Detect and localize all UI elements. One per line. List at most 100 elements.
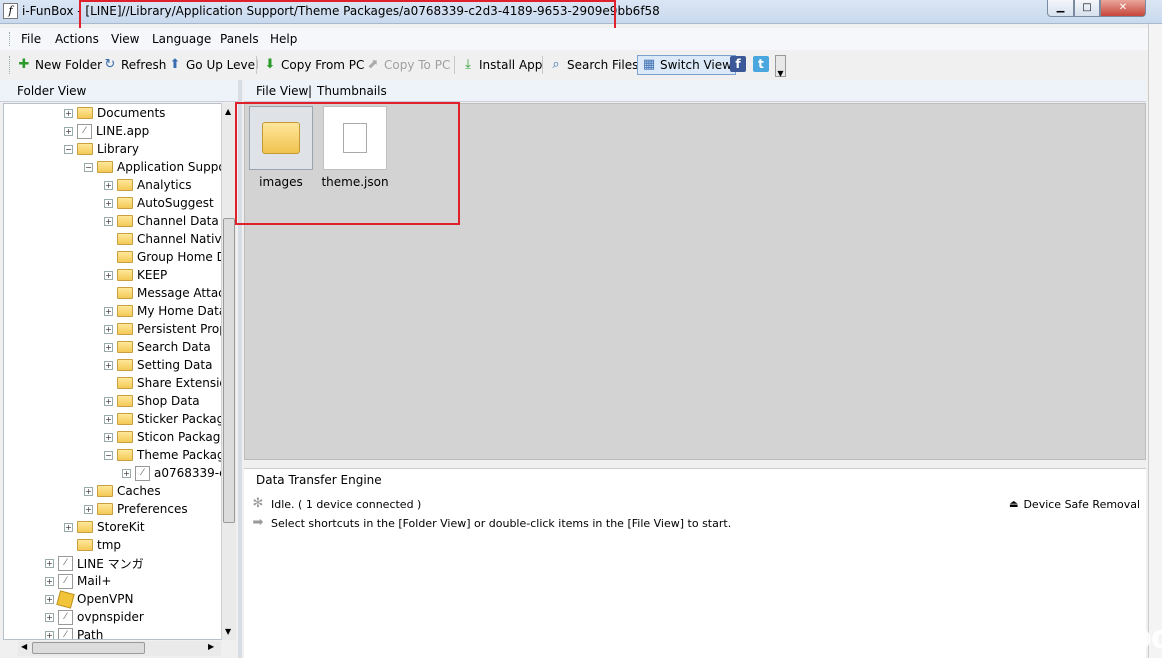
facebook-icon[interactable]: f bbox=[730, 56, 746, 72]
scroll-right-icon[interactable]: ▶ bbox=[208, 642, 214, 651]
close-button[interactable]: ✕ bbox=[1100, 0, 1146, 17]
tree-item[interactable]: + Sticker Package bbox=[104, 410, 232, 428]
tab-thumbnails[interactable]: Thumbnails bbox=[317, 84, 387, 98]
maximize-button[interactable]: □ bbox=[1074, 0, 1100, 17]
expand-toggle-icon[interactable]: + bbox=[104, 360, 113, 370]
tree-item[interactable]: − Library bbox=[64, 140, 139, 158]
expand-toggle-icon[interactable]: + bbox=[104, 306, 113, 316]
expand-toggle-icon[interactable]: + bbox=[104, 324, 113, 334]
tree-item[interactable]: − Application Suppor bbox=[84, 158, 231, 176]
menu-language[interactable]: Language bbox=[152, 32, 211, 46]
switch-view-label: Switch View bbox=[660, 58, 732, 72]
tree-item[interactable]: + Persistent Prope bbox=[104, 320, 234, 338]
menu-file[interactable]: File bbox=[21, 32, 41, 46]
expand-toggle-icon[interactable]: + bbox=[84, 486, 93, 496]
menu-actions[interactable]: Actions bbox=[55, 32, 99, 46]
expand-toggle-icon[interactable]: + bbox=[104, 216, 113, 226]
tree-item[interactable]: tmp bbox=[64, 536, 121, 554]
collapse-toggle-icon[interactable]: − bbox=[104, 450, 113, 460]
tree-item[interactable]: + ⁄ Path bbox=[45, 626, 104, 640]
tree-item[interactable]: + ⁄ ovpnspider bbox=[45, 608, 144, 626]
tree-horizontal-scrollbar[interactable]: ◀ ▶ bbox=[18, 641, 221, 656]
toolbar-overflow-button[interactable]: ▼ bbox=[775, 55, 786, 78]
expand-toggle-icon[interactable]: + bbox=[64, 108, 73, 118]
menu-bar: File Actions View Language Panels Help bbox=[0, 28, 1148, 50]
tree-item[interactable]: + Setting Data bbox=[104, 356, 212, 374]
tree-item[interactable]: Group Home D bbox=[104, 248, 226, 266]
scroll-left-icon[interactable]: ◀ bbox=[21, 642, 27, 651]
tree-item[interactable]: + ⁄ a0768339-c2 bbox=[122, 464, 233, 482]
tree-item[interactable]: + Analytics bbox=[104, 176, 192, 194]
tree-item[interactable]: + Sticon Package bbox=[104, 428, 228, 446]
expand-toggle-icon[interactable]: + bbox=[104, 180, 113, 190]
tree-item[interactable]: + ⁄ LINE マンガ bbox=[45, 554, 144, 572]
tree-vertical-scrollbar[interactable]: ▲ ▼ bbox=[221, 103, 236, 640]
file-view-header: File View | Thumbnails bbox=[244, 80, 1146, 102]
tree-item[interactable]: + Search Data bbox=[104, 338, 211, 356]
expand-toggle-icon[interactable]: + bbox=[104, 396, 113, 406]
tree-item[interactable]: + Preferences bbox=[84, 500, 188, 518]
tree-item[interactable]: + Shop Data bbox=[104, 392, 200, 410]
collapse-toggle-icon[interactable]: − bbox=[64, 144, 73, 154]
menu-help[interactable]: Help bbox=[270, 32, 297, 46]
tree-item[interactable]: + ⁄ LINE.app bbox=[64, 122, 149, 140]
tree-item[interactable]: Message Attach bbox=[104, 284, 232, 302]
tree-item[interactable]: + AutoSuggest bbox=[104, 194, 214, 212]
tree-item[interactable]: Channel Native bbox=[104, 230, 229, 248]
scroll-up-icon[interactable]: ▲ bbox=[225, 107, 231, 116]
expand-toggle-icon[interactable]: + bbox=[45, 594, 54, 604]
app-icon: ⁄ bbox=[58, 573, 73, 589]
go-up-level-button[interactable]: ⬆ Go Up Level bbox=[167, 55, 259, 75]
menubar-grip bbox=[9, 32, 12, 46]
expand-toggle-icon[interactable]: + bbox=[45, 630, 54, 639]
tree-item[interactable]: + OpenVPN bbox=[45, 589, 133, 609]
folder-icon bbox=[117, 233, 133, 245]
tree-item-label: My Home Data bbox=[137, 304, 227, 318]
minimize-button[interactable]: ▁ bbox=[1047, 0, 1074, 17]
tree-item[interactable]: Share Extension bbox=[104, 374, 234, 392]
collapse-toggle-icon[interactable]: − bbox=[84, 162, 93, 172]
copy-from-pc-button[interactable]: ⬇ Copy From PC bbox=[262, 55, 365, 75]
new-folder-button[interactable]: ✚ New Folder bbox=[16, 55, 103, 75]
expand-toggle-icon[interactable]: + bbox=[104, 270, 113, 280]
twitter-icon[interactable]: t bbox=[753, 56, 769, 72]
tree-hscroll-thumb[interactable] bbox=[32, 642, 145, 654]
copy-to-pc-button[interactable]: ⬈ Copy To PC bbox=[365, 55, 451, 75]
search-files-button[interactable]: ⌕ Search Files bbox=[548, 55, 638, 75]
expand-toggle-icon[interactable]: + bbox=[45, 558, 54, 568]
expand-toggle-icon[interactable]: + bbox=[64, 522, 73, 532]
expand-toggle-icon[interactable]: + bbox=[104, 342, 113, 352]
arrow-down-icon: ⬇ bbox=[264, 57, 276, 72]
folder-icon bbox=[117, 215, 133, 227]
tree-item[interactable]: + Caches bbox=[84, 482, 161, 500]
install-app-button[interactable]: ⤓ Install App bbox=[460, 55, 542, 75]
tree-item[interactable]: + Channel Data bbox=[104, 212, 219, 230]
tree-scroll-thumb[interactable] bbox=[223, 218, 235, 523]
menu-view[interactable]: View bbox=[111, 32, 139, 46]
expand-toggle-icon[interactable]: + bbox=[64, 126, 73, 136]
tree-item[interactable]: + Documents bbox=[64, 104, 165, 122]
refresh-button[interactable]: ↻ Refresh bbox=[102, 55, 167, 75]
tree-item-label: Setting Data bbox=[137, 358, 213, 372]
switch-view-button[interactable]: ▦ Switch View bbox=[637, 55, 736, 75]
tree-item-label: Analytics bbox=[137, 178, 192, 192]
folder-tree[interactable]: + Documents + ⁄ LINE.app − Library − Application… bbox=[3, 103, 236, 640]
device-safe-removal-button[interactable]: ⏏ Device Safe Removal bbox=[1009, 498, 1140, 511]
expand-toggle-icon[interactable]: + bbox=[84, 504, 93, 514]
menu-panels[interactable]: Panels bbox=[220, 32, 259, 46]
scroll-down-icon[interactable]: ▼ bbox=[225, 627, 231, 636]
tree-item[interactable]: + KEEP bbox=[104, 266, 167, 284]
expand-toggle-icon[interactable]: + bbox=[104, 432, 113, 442]
tab-file-view[interactable]: File View bbox=[256, 84, 308, 98]
expand-toggle-icon[interactable]: + bbox=[45, 576, 54, 586]
tree-item[interactable]: + ⁄ Mail+ bbox=[45, 572, 111, 590]
expand-toggle-icon[interactable]: + bbox=[122, 468, 131, 478]
expand-toggle-icon[interactable]: + bbox=[45, 612, 54, 622]
tree-item[interactable]: + StoreKit bbox=[64, 518, 145, 536]
tree-item-label: Path bbox=[77, 628, 104, 640]
tree-item[interactable]: − Theme Package bbox=[104, 446, 232, 464]
tree-item[interactable]: + My Home Data bbox=[104, 302, 226, 320]
expand-toggle-icon[interactable]: + bbox=[104, 414, 113, 424]
folder-icon bbox=[77, 521, 93, 533]
expand-toggle-icon[interactable]: + bbox=[104, 198, 113, 208]
